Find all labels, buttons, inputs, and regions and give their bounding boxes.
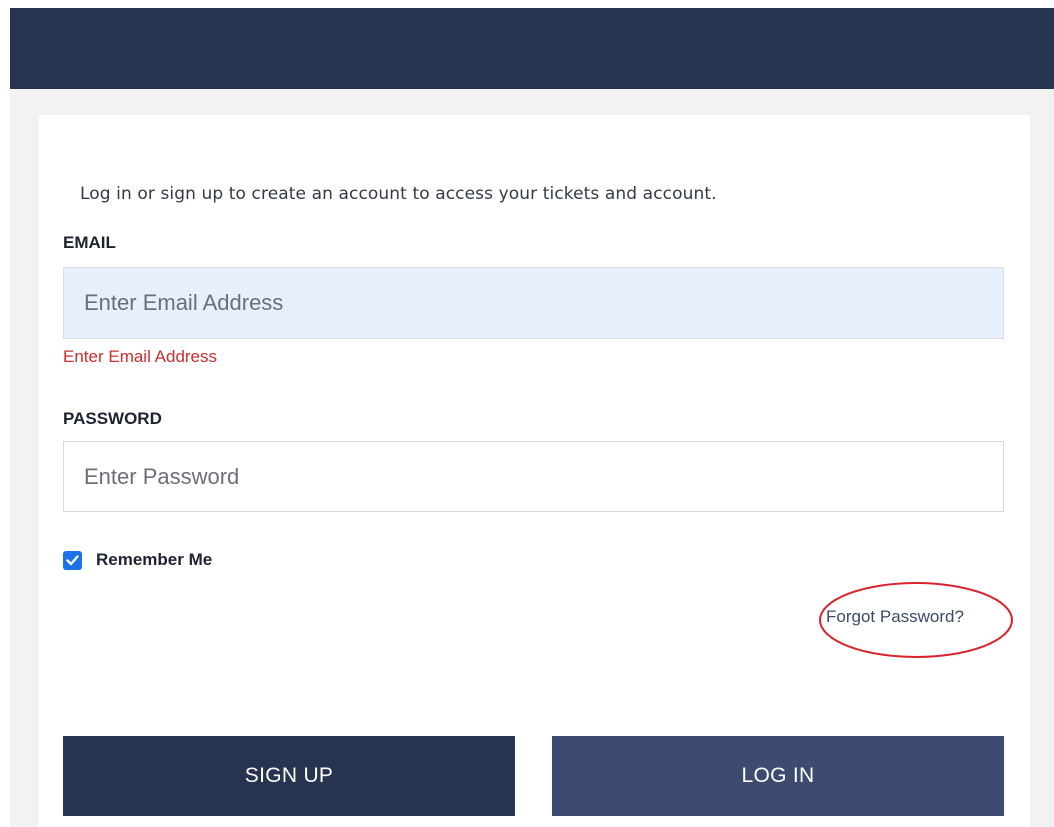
log-in-button[interactable]: LOG IN <box>552 736 1004 816</box>
sign-up-button[interactable]: SIGN UP <box>63 736 515 816</box>
remember-me-checkbox[interactable] <box>63 550 82 570</box>
password-label: PASSWORD <box>63 409 162 428</box>
email-input[interactable] <box>63 267 1004 339</box>
email-label: EMAIL <box>63 233 116 252</box>
password-input[interactable] <box>63 441 1004 512</box>
checkmark-icon <box>66 554 79 565</box>
remember-me-row[interactable]: Remember Me <box>63 550 212 570</box>
email-error-message: Enter Email Address <box>63 347 218 366</box>
top-header-bar <box>10 8 1054 89</box>
intro-text: Log in or sign up to create an account t… <box>80 184 717 204</box>
remember-me-label: Remember Me <box>96 550 213 569</box>
forgot-password-link[interactable]: Forgot Password? <box>826 607 964 627</box>
login-card: Log in or sign up to create an account t… <box>39 115 1030 827</box>
